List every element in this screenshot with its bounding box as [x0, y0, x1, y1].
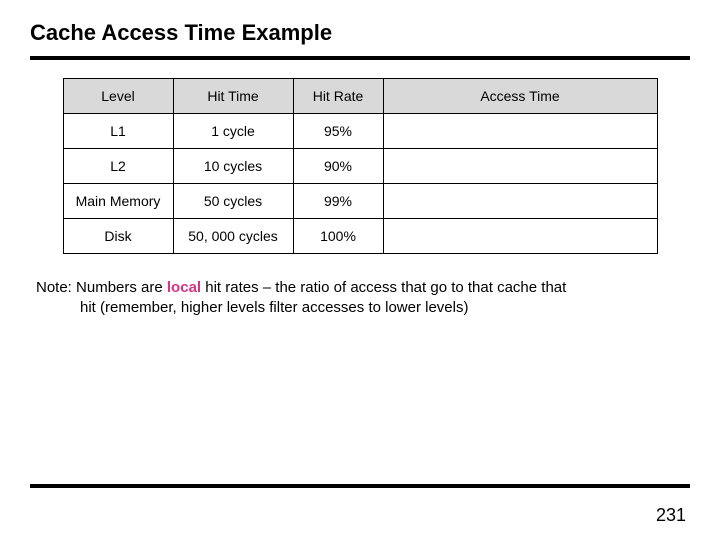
table-row: Main Memory 50 cycles 99% [63, 184, 657, 219]
cache-table-wrap: Level Hit Time Hit Rate Access Time L1 1… [63, 78, 658, 254]
cell-hit-rate: 90% [293, 149, 383, 184]
col-level: Level [63, 79, 173, 114]
page-title: Cache Access Time Example [30, 20, 690, 46]
cell-level: L2 [63, 149, 173, 184]
note-emph: local [167, 279, 201, 296]
cache-table: Level Hit Time Hit Rate Access Time L1 1… [63, 78, 658, 254]
col-hit-rate: Hit Rate [293, 79, 383, 114]
note-prefix: Note: Numbers are [36, 279, 167, 296]
col-access-time: Access Time [383, 79, 657, 114]
slide: Cache Access Time Example Level Hit Time… [0, 0, 720, 540]
cell-hit-rate: 100% [293, 219, 383, 254]
note-line1-rest: hit rates – the ratio of access that go … [201, 279, 566, 296]
cell-access [383, 114, 657, 149]
table-row: L2 10 cycles 90% [63, 149, 657, 184]
table-header-row: Level Hit Time Hit Rate Access Time [63, 79, 657, 114]
col-hit-time: Hit Time [173, 79, 293, 114]
cell-hit-time: 10 cycles [173, 149, 293, 184]
table-row: Disk 50, 000 cycles 100% [63, 219, 657, 254]
page-number: 231 [656, 505, 686, 526]
cell-hit-time: 50 cycles [173, 184, 293, 219]
note-line2: hit (remember, higher levels filter acce… [36, 298, 680, 318]
cell-hit-rate: 95% [293, 114, 383, 149]
cell-access [383, 184, 657, 219]
footer-rule [30, 484, 690, 488]
cell-hit-rate: 99% [293, 184, 383, 219]
cell-hit-time: 50, 000 cycles [173, 219, 293, 254]
cell-hit-time: 1 cycle [173, 114, 293, 149]
table-row: L1 1 cycle 95% [63, 114, 657, 149]
title-rule [30, 56, 690, 60]
cell-level: L1 [63, 114, 173, 149]
note-text: Note: Numbers are local hit rates – the … [36, 278, 690, 319]
cell-access [383, 219, 657, 254]
cell-access [383, 149, 657, 184]
cell-level: Disk [63, 219, 173, 254]
cell-level: Main Memory [63, 184, 173, 219]
